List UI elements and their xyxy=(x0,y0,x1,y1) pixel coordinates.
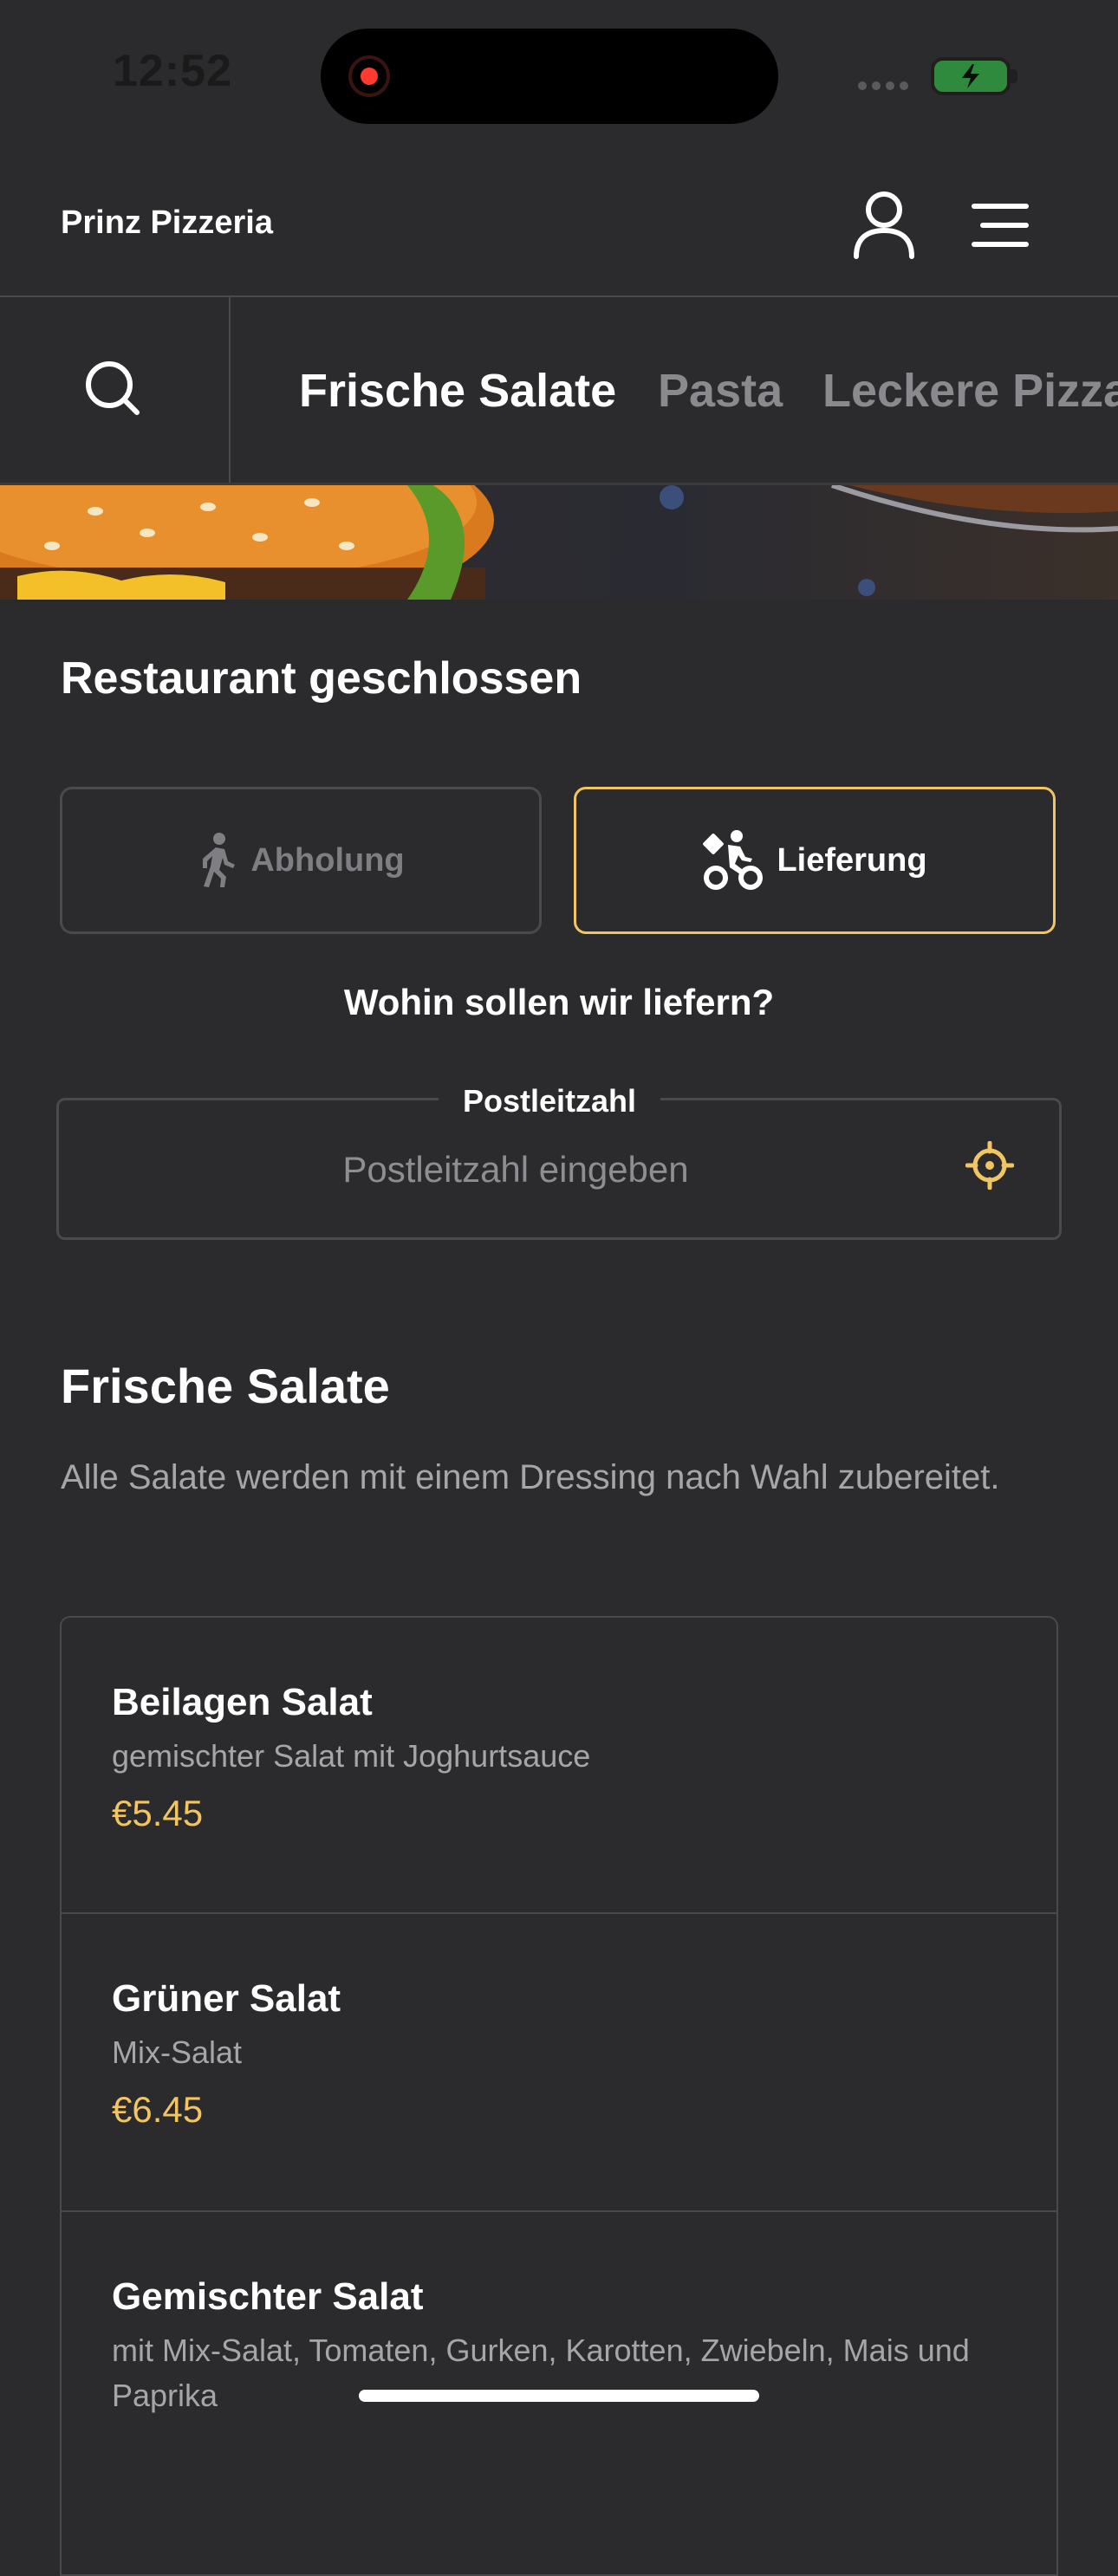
delivery-label: Lieferung xyxy=(777,841,927,879)
tab-pasta[interactable]: Pasta xyxy=(658,364,783,418)
menu-item-description: gemischter Salat mit Joghurtsauce xyxy=(112,1738,591,1774)
locate-button[interactable] xyxy=(965,1140,1015,1191)
menu-button[interactable] xyxy=(969,198,1031,253)
status-bar-time: 12:52 xyxy=(113,46,232,96)
hero-image xyxy=(0,485,1118,600)
restaurant-status-title: Restaurant geschlossen xyxy=(61,653,582,704)
search-button[interactable] xyxy=(83,359,144,419)
search-icon xyxy=(86,361,140,415)
menu-item-price: €6.45 xyxy=(112,2089,204,2130)
brand-title[interactable]: Prinz Pizzeria xyxy=(61,204,273,242)
account-button[interactable] xyxy=(849,189,919,262)
tab-frische-salate[interactable]: Frische Salate xyxy=(299,364,616,418)
hamburger-menu-icon xyxy=(972,204,1029,247)
tab-leckere-pizza[interactable]: Leckere Pizza xyxy=(822,364,1118,418)
section-title: Frische Salate xyxy=(61,1359,390,1413)
menu-item-description: Mix-Salat xyxy=(112,2034,243,2070)
screen-recording-icon xyxy=(348,55,390,97)
pickup-button[interactable]: Abholung xyxy=(60,787,542,934)
bike-courier-icon xyxy=(703,830,764,890)
menu-item-name: Grüner Salat xyxy=(112,1977,341,2020)
menu-item[interactable]: Grüner Salat Mix-Salat €6.45 xyxy=(60,1914,1058,2212)
menu-item-name: Gemischter Salat xyxy=(112,2275,424,2318)
menu-item-name: Beilagen Salat xyxy=(112,1681,373,1723)
walking-person-icon xyxy=(203,833,236,887)
category-divider xyxy=(229,297,231,484)
pickup-label: Abholung xyxy=(250,841,405,879)
home-indicator[interactable] xyxy=(359,2390,759,2402)
user-icon xyxy=(854,191,914,259)
zip-input[interactable] xyxy=(59,1100,972,1239)
battery-tip xyxy=(1011,69,1017,83)
section-description: Alle Salate werden mit einem Dressing na… xyxy=(61,1458,1000,1496)
cellular-signal-icon xyxy=(858,81,908,90)
crosshair-location-icon xyxy=(965,1140,1015,1191)
menu-item-price: €5.45 xyxy=(112,1793,204,1833)
menu-list: Beilagen Salat gemischter Salat mit Jogh… xyxy=(60,1616,1058,2576)
delivery-button[interactable]: Lieferung xyxy=(574,787,1056,934)
delivery-question: Wohin sollen wir liefern? xyxy=(343,982,775,1022)
battery-icon xyxy=(931,57,1011,95)
menu-item-description: mit Mix-Salat, Tomaten, Gurken, Karotten… xyxy=(112,2333,970,2413)
menu-item[interactable]: Beilagen Salat gemischter Salat mit Jogh… xyxy=(60,1616,1058,1914)
